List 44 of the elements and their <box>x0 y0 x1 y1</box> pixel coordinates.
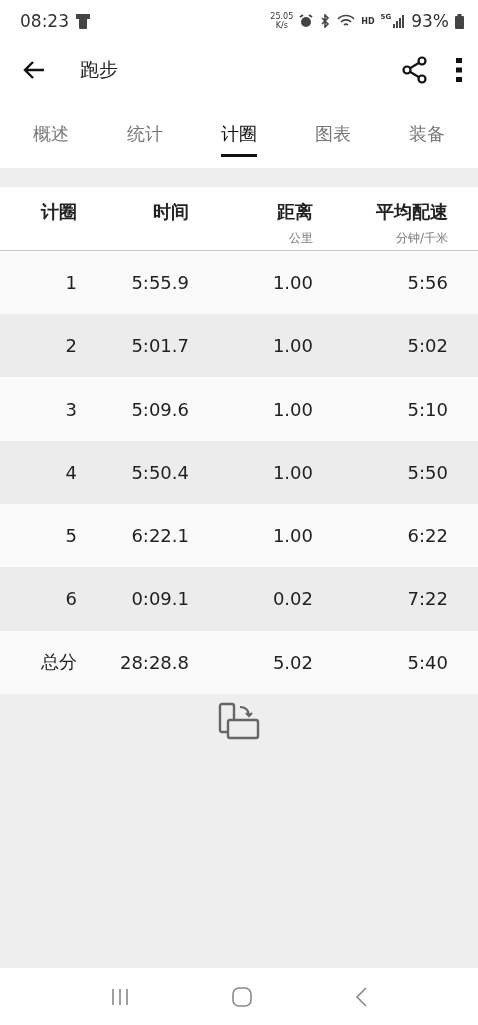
table-cell-text: 5:01.7 <box>130 335 189 357</box>
column-header: 距离 <box>277 199 313 224</box>
table-cell-text: 总分 <box>40 650 77 675</box>
table-cell-text: 5:02 <box>406 335 448 357</box>
table-cell-text: 5:40 <box>406 651 448 673</box>
table-cell-text: 3 <box>64 398 77 420</box>
table-cell-text: 2 <box>64 335 77 357</box>
table-cell-text: 5:56 <box>406 272 448 294</box>
table-cell-text: 1.00 <box>271 335 313 357</box>
table-cell-text: 1.00 <box>271 398 313 420</box>
status-time: 08:23 <box>20 11 69 31</box>
table-cell-text: 5:50.4 <box>130 461 189 483</box>
tab[interactable]: 概述 <box>4 104 98 168</box>
table-cell-text: 5:09.6 <box>130 398 189 420</box>
table-cell-text: 0.02 <box>271 588 313 610</box>
column-header: 计圈 <box>41 199 77 224</box>
table-cell-text: 28:28.8 <box>118 651 189 673</box>
table-cell-text: 6:22 <box>406 525 448 547</box>
table-cell-text: 4 <box>64 461 77 483</box>
table-cell-text: 7:22 <box>406 588 448 610</box>
hd-label: HD <box>361 16 375 26</box>
table-cell-text: 5 <box>64 525 77 547</box>
network-speed: 25.05 K/s <box>270 12 294 30</box>
tab[interactable]: 统计 <box>98 104 192 168</box>
table-cell-text: 1.00 <box>271 525 313 547</box>
tab[interactable]: 图表 <box>286 104 380 168</box>
table-cell-text: 1.00 <box>271 272 313 294</box>
column-header: 时间 <box>153 199 189 224</box>
table-cell-text: 5.02 <box>271 651 313 673</box>
screen-title: 跑步 <box>80 57 119 82</box>
table-cell-text: 5:50 <box>406 461 448 483</box>
battery-percent: 93% <box>411 11 449 31</box>
table-cell-text: 5:10 <box>406 398 448 420</box>
table-cell-text: 6:22.1 <box>130 525 189 547</box>
tab[interactable]: 计圈 <box>192 104 286 168</box>
column-header: 平均配速 <box>376 199 448 224</box>
column-unit: 公里 <box>289 229 313 247</box>
column-unit: 分钟/千米 <box>395 229 448 247</box>
table-cell-text: 6 <box>64 588 77 610</box>
table-cell-text: 1.00 <box>271 461 313 483</box>
tab[interactable]: 装备 <box>380 104 474 168</box>
table-cell-text: 5:55.9 <box>130 272 189 294</box>
table-cell-text: 0:09.1 <box>130 588 189 610</box>
table-cell-text: 1 <box>64 272 77 294</box>
